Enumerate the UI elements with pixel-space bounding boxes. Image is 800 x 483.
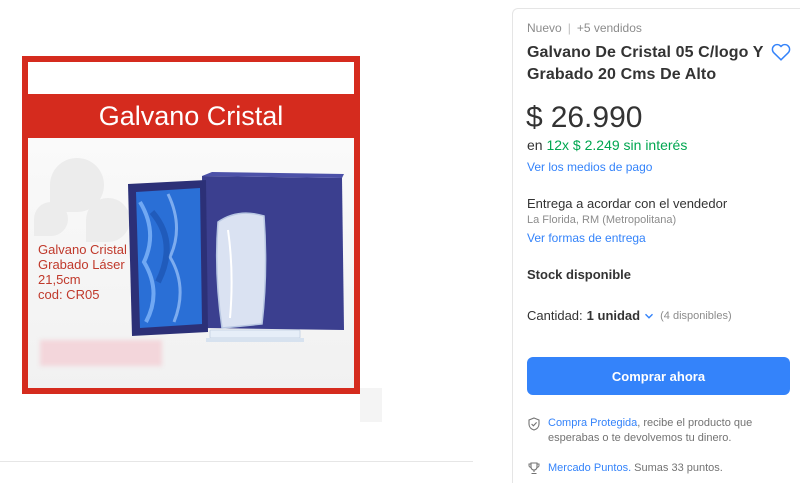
heart-icon[interactable] xyxy=(770,41,792,63)
image-caption: Galvano Cristal Grabado Láser 21,5cm cod… xyxy=(38,242,127,302)
quantity-label: Cantidad: xyxy=(527,308,583,323)
condition-label: Nuevo xyxy=(527,21,562,35)
product-image-canvas: Galvano Cristal Galvano Cristal Grabado … xyxy=(28,62,354,388)
decor-leaf xyxy=(34,202,68,236)
image-banner: Galvano Cristal xyxy=(28,94,354,138)
buy-box: Nuevo | +5 vendidos Galvano De Cristal 05 … xyxy=(512,8,800,483)
shield-check-icon xyxy=(528,417,540,431)
buy-now-button[interactable]: Comprar ahora xyxy=(527,357,790,395)
stock-status: Stock disponible xyxy=(527,267,632,282)
product-photo xyxy=(128,172,344,342)
quantity-value[interactable]: 1 unidad xyxy=(587,308,640,323)
installments-value: 12x $ 2.249 sin interés xyxy=(546,137,688,153)
protected-purchase-link[interactable]: Compra Protegida xyxy=(548,417,637,429)
available-count: (4 disponibles) xyxy=(660,309,732,322)
product-subtitle: Nuevo | +5 vendidos xyxy=(527,21,642,35)
image-shadow xyxy=(360,388,382,422)
crystal-trophy xyxy=(215,212,267,329)
product-page: Galvano Cristal Galvano Cristal Grabado … xyxy=(0,0,800,483)
loyalty-points: Mercado Puntos. Sumas 33 puntos. xyxy=(527,461,723,475)
blurred-label xyxy=(40,340,162,366)
points-text: Sumas 33 puntos. xyxy=(634,462,723,474)
payment-methods-link[interactable]: Ver los medios de pago xyxy=(527,160,652,174)
product-title: Galvano De Cristal 05 C/logo Y Grabado 2… xyxy=(527,44,764,83)
product-gallery: Galvano Cristal Galvano Cristal Grabado … xyxy=(0,0,473,483)
divider xyxy=(0,461,473,462)
installments: en 12x $ 2.249 sin interés xyxy=(527,137,688,153)
currency-symbol: $ xyxy=(526,101,543,134)
delivery-options-link[interactable]: Ver formas de entrega xyxy=(527,231,646,245)
mercado-points-link[interactable]: Mercado Puntos. xyxy=(548,462,631,474)
sold-count: +5 vendidos xyxy=(576,21,642,35)
purchase-protection: Compra Protegida, recibe el producto que… xyxy=(527,416,789,446)
chevron-down-icon[interactable] xyxy=(644,311,654,321)
price-value: 26.990 xyxy=(550,101,643,134)
trophy-icon xyxy=(528,462,540,475)
price: $26.990 xyxy=(526,101,642,135)
quantity-selector[interactable]: Cantidad: 1 unidad (4 disponibles) xyxy=(527,308,732,323)
delivery-text: Entrega a acordar con el vendedor xyxy=(527,196,728,211)
product-image[interactable]: Galvano Cristal Galvano Cristal Grabado … xyxy=(22,56,360,394)
seller-location: La Florida, RM (Metropolitana) xyxy=(527,214,677,226)
